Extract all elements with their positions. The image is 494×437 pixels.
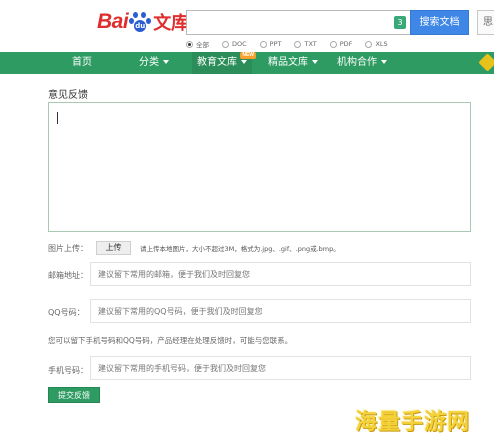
nav-item-premium[interactable]: 精品文库	[264, 52, 322, 74]
nav-item-home[interactable]: 首页	[56, 52, 108, 74]
nav-item-category[interactable]: 分类	[128, 52, 180, 74]
filter-txt[interactable]: TXT	[294, 38, 317, 50]
phone-field[interactable]	[90, 356, 471, 380]
search-count-badge: 3	[394, 16, 406, 29]
upload-hint: 请上传本地图片，大小不超过3M，格式为.jpg、.gif、.png或.bmp。	[140, 245, 340, 253]
filter-ppt[interactable]: PPT	[259, 38, 281, 50]
text-cursor	[57, 112, 58, 124]
nav-item-label: 教育文库	[197, 57, 237, 68]
doc-type-filters: 全部 DOC PPT TXT PDF XLS	[186, 38, 401, 50]
search-button[interactable]: 搜索文档	[410, 10, 469, 35]
search-input[interactable]	[186, 10, 410, 35]
email-label: 邮箱地址：	[48, 271, 88, 280]
nav-item-label: 分类	[139, 57, 159, 68]
upload-button[interactable]: 上传	[96, 241, 131, 255]
radio-icon	[294, 40, 302, 48]
main-nav: 首页 分类 教育文库 NEW 精品文库 机构合作	[0, 52, 494, 74]
feedback-textarea[interactable]	[48, 102, 471, 232]
chevron-down-icon	[312, 60, 318, 64]
page-title: 意见反馈	[48, 90, 88, 101]
filter-xls[interactable]: XLS	[365, 38, 388, 50]
new-badge: NEW	[240, 52, 256, 59]
phone-label: 手机号码：	[48, 366, 88, 375]
corner-button[interactable]: 思	[477, 10, 494, 35]
radio-icon	[329, 40, 337, 48]
filter-doc[interactable]: DOC	[222, 38, 247, 50]
upload-label: 图片上传：	[48, 243, 88, 253]
chevron-down-icon	[241, 60, 247, 64]
nav-item-label: 首页	[72, 57, 92, 68]
radio-icon	[259, 40, 267, 48]
filter-all[interactable]: 全部	[186, 38, 209, 50]
logo-text-du: du	[135, 22, 146, 30]
radio-icon	[222, 40, 229, 48]
paw-icon: du	[129, 11, 152, 33]
qq-label: QQ号码：	[48, 308, 85, 317]
radio-icon	[186, 40, 193, 48]
qq-field[interactable]	[90, 299, 471, 323]
nav-item-institution[interactable]: 机构合作	[332, 52, 392, 74]
filter-pdf[interactable]: PDF	[329, 38, 352, 50]
baidu-wenku-logo[interactable]: Bai du 文库	[97, 8, 189, 36]
email-field[interactable]	[90, 262, 471, 286]
radio-icon	[365, 40, 373, 48]
submit-feedback-button[interactable]: 提交反馈	[48, 387, 100, 403]
contact-notice: 您可以留下手机号码和QQ号码，产品经理在处理反馈时，可能与您联系。	[48, 336, 293, 345]
nav-item-label: 机构合作	[337, 57, 377, 68]
upload-row: 图片上传： 上传 请上传本地图片，大小不超过3M，格式为.jpg、.gif、.p…	[48, 240, 340, 256]
chevron-down-icon	[381, 60, 387, 64]
nav-item-education[interactable]: 教育文库 NEW	[192, 52, 256, 74]
chevron-down-icon	[163, 60, 169, 64]
site-watermark: 海量手游网	[355, 410, 471, 435]
logo-text-bai: Bai	[97, 10, 129, 33]
header: Bai du 文库 3 搜索文档 思 全部 DOC PPT TXT PDF XL…	[0, 0, 494, 52]
logo-text-wenku: 文库	[153, 13, 190, 34]
nav-item-label: 精品文库	[268, 57, 308, 68]
